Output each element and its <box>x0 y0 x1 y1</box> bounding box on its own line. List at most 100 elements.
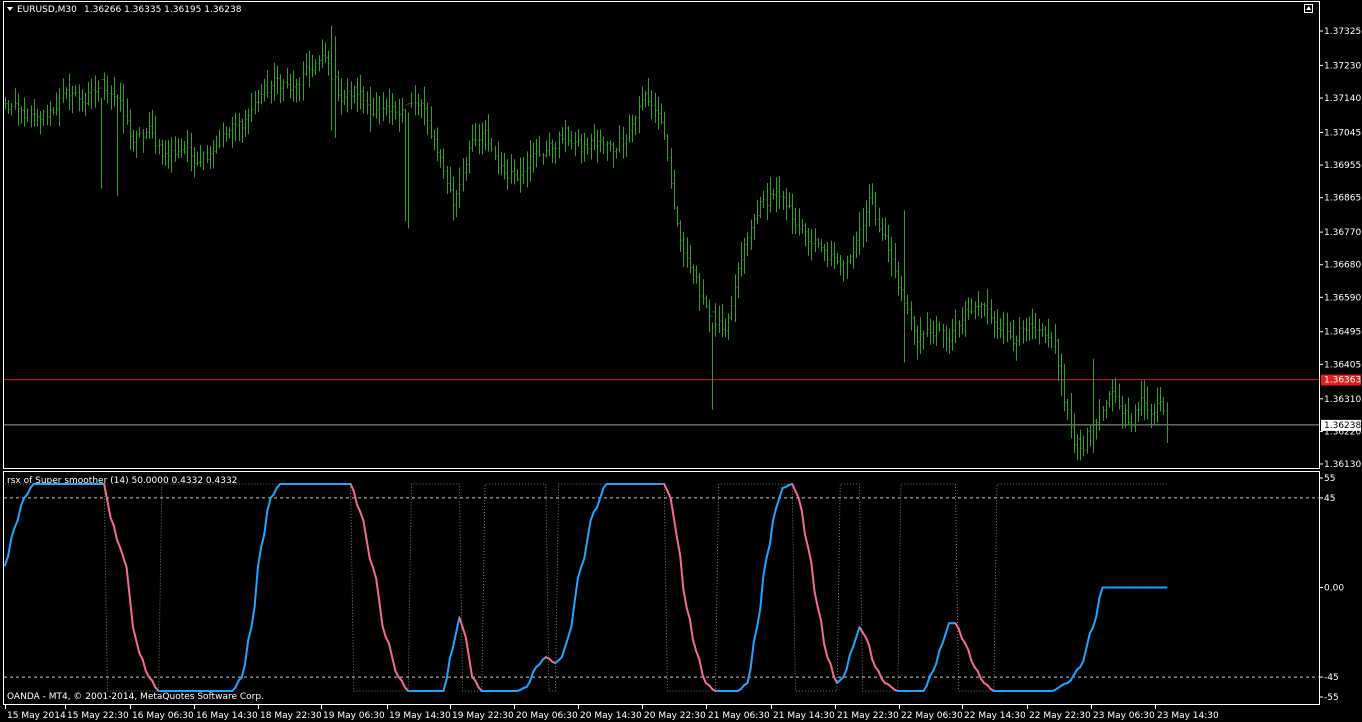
price-bar <box>654 92 657 123</box>
rsx-up-segment <box>746 667 752 685</box>
price-bar <box>30 105 33 128</box>
price-bar <box>161 139 164 165</box>
price-bar <box>638 96 641 134</box>
symbol-ohlc: 1.36266 1.36335 1.36195 1.36238 <box>84 5 242 15</box>
price-bar <box>209 145 212 169</box>
price-bar <box>980 302 983 319</box>
price-bar <box>148 112 151 140</box>
price-bar <box>804 223 807 247</box>
rsx-down-segment <box>388 642 394 659</box>
rsx-down-segment <box>135 639 141 655</box>
price-bar <box>1102 406 1105 421</box>
price-bar <box>727 313 730 340</box>
price-bar <box>378 95 381 125</box>
price-bar <box>250 92 253 123</box>
price-bar <box>426 102 429 135</box>
price-bar <box>58 87 61 127</box>
price-bar <box>583 132 586 162</box>
price-bar <box>215 135 218 154</box>
price-bar <box>455 190 458 218</box>
price-bar <box>686 237 689 268</box>
price-bar <box>628 114 631 143</box>
price-bar <box>1031 308 1034 340</box>
price-bar <box>852 235 855 269</box>
price-bar <box>292 70 295 102</box>
price-bar <box>340 78 343 115</box>
price-bar <box>737 262 740 299</box>
price-bar <box>1034 313 1037 340</box>
price-bar <box>884 217 887 240</box>
price-bar <box>532 142 535 173</box>
rsx-down-segment <box>394 669 400 679</box>
price-bar <box>55 92 58 116</box>
price-bar <box>663 111 666 140</box>
price-bar <box>1022 320 1025 344</box>
price-bar <box>670 148 673 189</box>
price-bar <box>916 325 919 360</box>
rsx-down-segment <box>864 636 870 646</box>
price-bar <box>452 176 455 221</box>
rsx-down-segment <box>381 625 387 639</box>
price-bar <box>1086 427 1089 454</box>
indicator-tick-label: 55 <box>1324 474 1335 484</box>
price-bar <box>1063 364 1066 412</box>
price-bars <box>4 25 1169 461</box>
price-bar <box>782 191 785 210</box>
price-bar <box>798 208 801 236</box>
price-bar <box>935 315 938 346</box>
price-bar <box>766 182 769 221</box>
price-bar <box>823 244 826 261</box>
rsx-down-segment <box>359 510 365 522</box>
price-bar <box>794 207 797 234</box>
price-bar <box>1111 380 1114 412</box>
price-bar <box>740 242 743 277</box>
price-bar <box>398 98 401 132</box>
price-bar <box>362 86 365 114</box>
rsx-down-segment <box>701 673 707 685</box>
rsx-down-segment <box>964 642 970 651</box>
price-bar <box>910 301 913 331</box>
price-bar <box>481 122 484 155</box>
price-bar <box>679 220 682 252</box>
rsx-up-segment <box>452 631 458 649</box>
price-bar <box>986 288 989 325</box>
rsx-down-segment <box>116 538 122 549</box>
price-bar <box>938 321 941 332</box>
rsx-up-segment <box>455 616 461 634</box>
price-bar <box>993 311 996 338</box>
price-bar <box>810 228 813 261</box>
price-bar <box>644 90 647 108</box>
rsx-up-segment <box>1098 586 1104 599</box>
price-bar <box>519 157 522 193</box>
price-bar <box>1002 311 1005 344</box>
price-bar <box>122 83 125 134</box>
price-bar <box>446 165 449 195</box>
price-bar <box>750 219 753 250</box>
price-bar <box>266 70 269 98</box>
price-bar <box>487 114 490 152</box>
price-bar <box>874 192 877 226</box>
price-bar <box>570 130 573 150</box>
symbol-menu-triangle-icon[interactable] <box>7 7 13 11</box>
price-bar <box>1082 435 1085 457</box>
price-bar <box>417 93 420 116</box>
price-tick-label: 1.36865 <box>1324 194 1361 204</box>
price-bar <box>586 137 589 155</box>
price-bar <box>734 274 737 323</box>
time-tick-label: 22 May 14:30 <box>964 711 1026 721</box>
rsx-down-segment <box>122 556 128 569</box>
rsx-up-segment <box>20 496 26 507</box>
rsx-down-segment <box>829 662 835 678</box>
rsx-down-segment <box>682 588 688 609</box>
price-bar <box>1025 318 1028 342</box>
rsx-down-segment <box>362 519 368 541</box>
price-bar <box>1006 312 1009 343</box>
price-bar <box>433 129 436 151</box>
price-bar <box>206 145 209 163</box>
price-bar <box>382 92 385 122</box>
price-bar <box>974 301 977 320</box>
price-bar <box>743 237 746 274</box>
price-bar <box>689 245 692 274</box>
price-bar <box>887 224 890 263</box>
price-bar <box>404 104 407 222</box>
